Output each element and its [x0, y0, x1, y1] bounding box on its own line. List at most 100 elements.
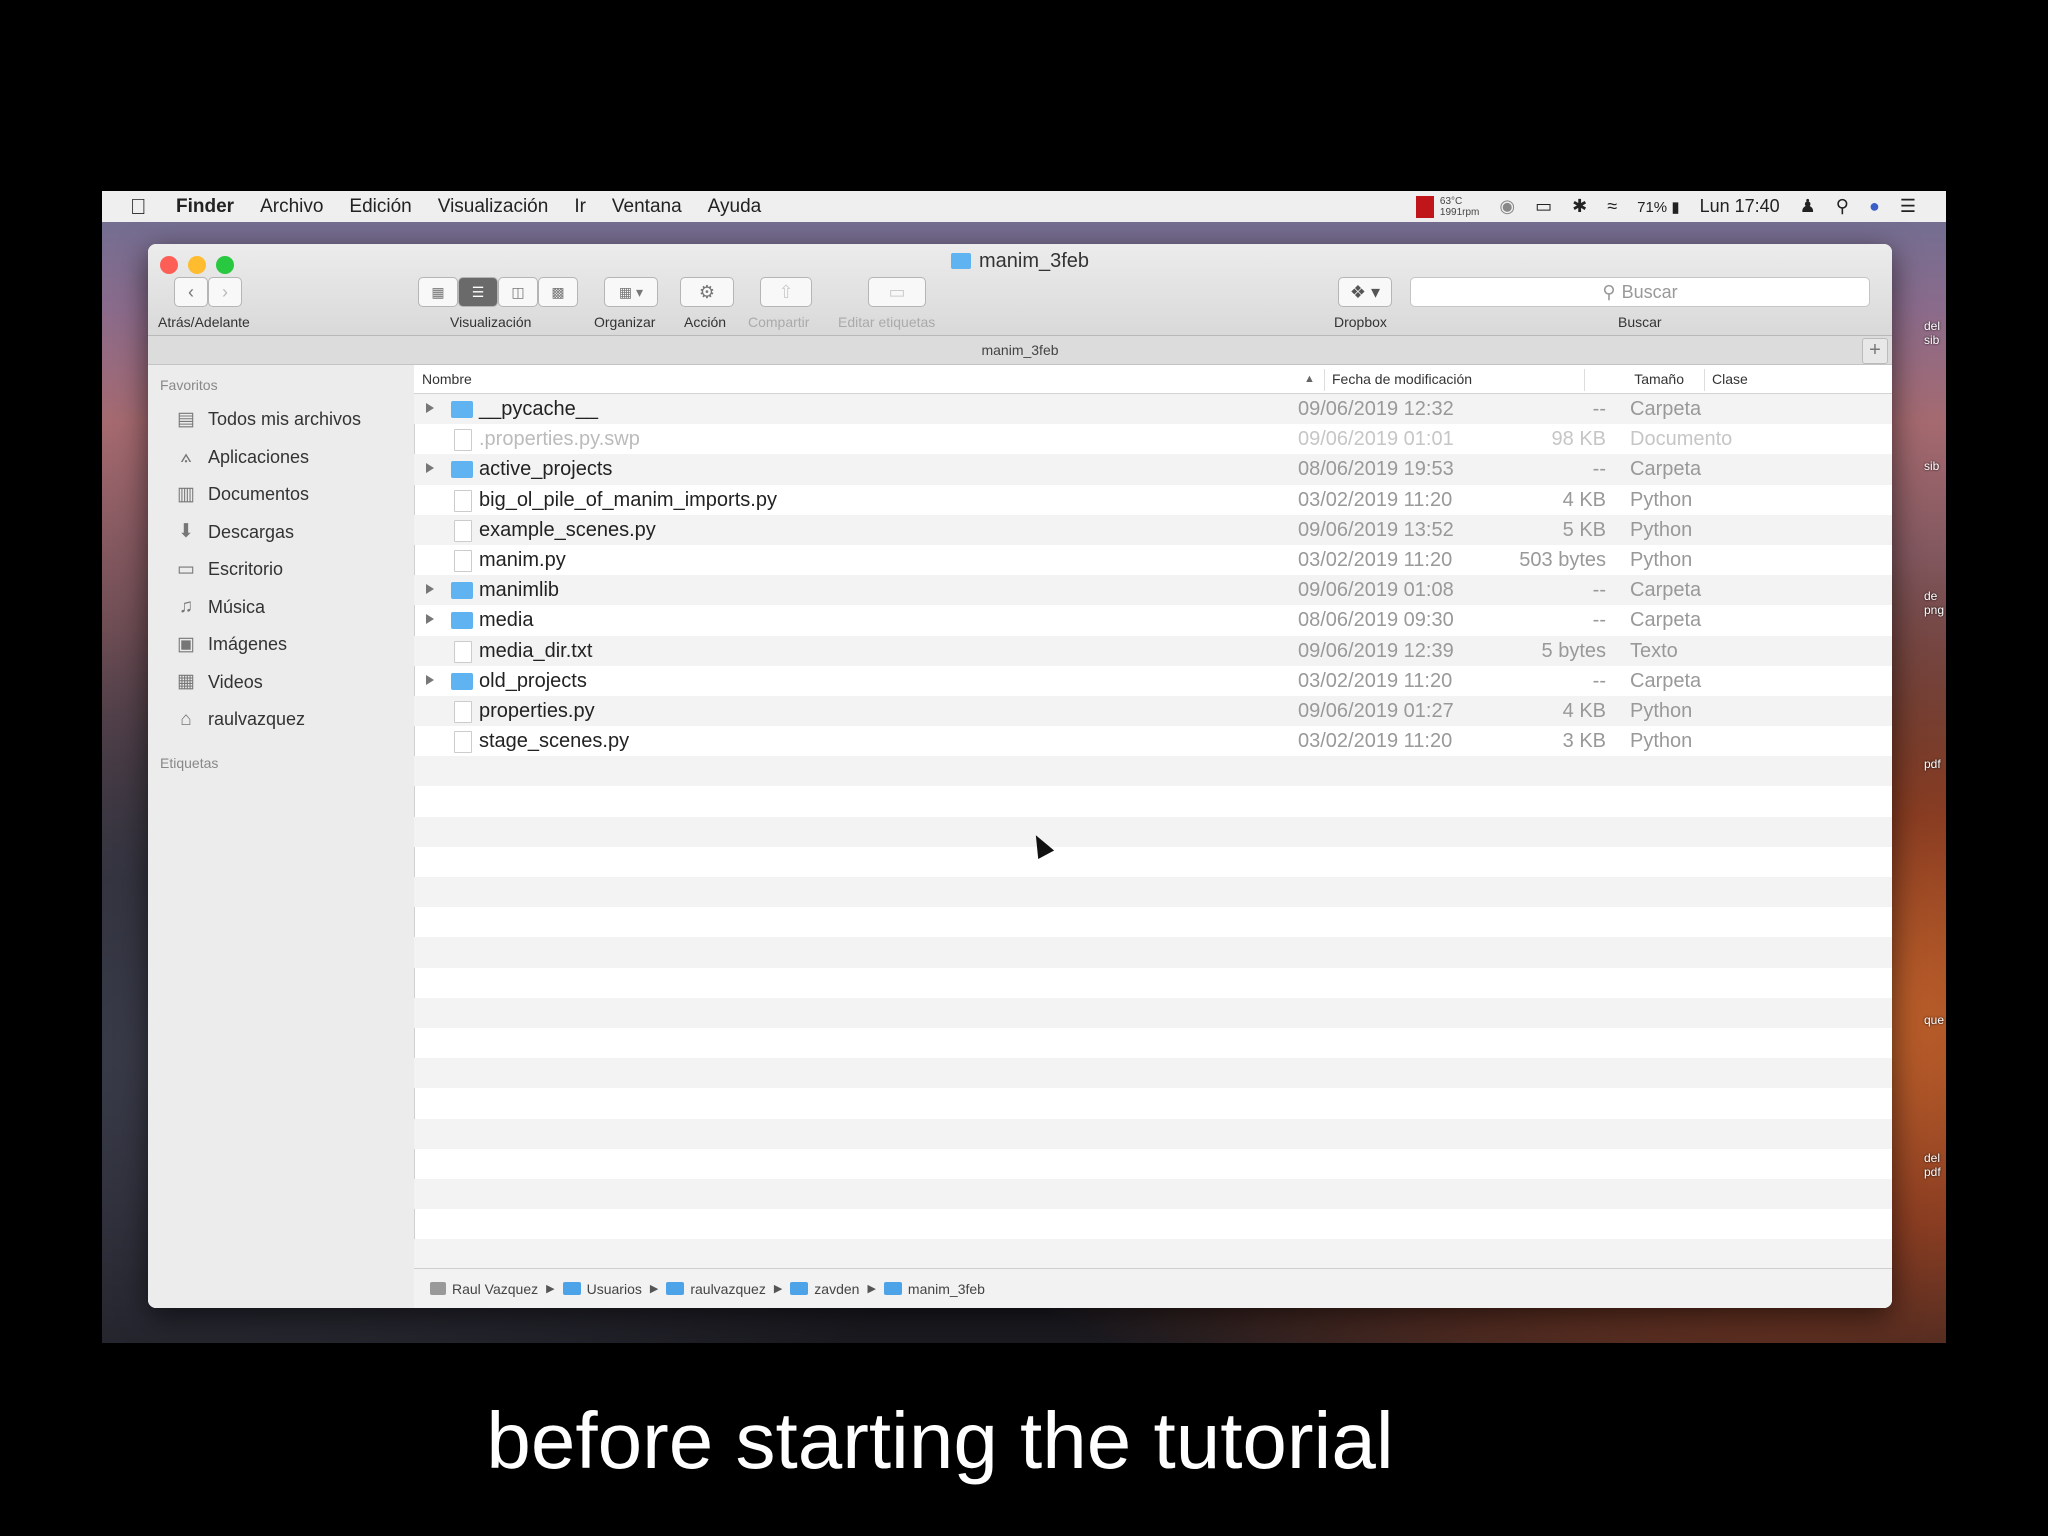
menu-ayuda[interactable]: Ayuda	[708, 196, 762, 218]
battery-status[interactable]: 71% ▮	[1637, 198, 1679, 216]
sidebar-item[interactable]: ▤ Todos mis archivos	[148, 401, 414, 439]
sidebar-item[interactable]: ▦ Videos	[148, 664, 414, 702]
sidebar-item[interactable]: ▣ Imágenes	[148, 626, 414, 664]
desktop-file-label[interactable]: que	[1924, 1013, 1944, 1027]
desktop-file-label[interactable]: del sib	[1924, 319, 1940, 347]
disclosure-triangle-icon[interactable]	[426, 403, 434, 413]
breadcrumb-item[interactable]: manim_3feb	[883, 1281, 985, 1297]
sidebar-item-label: Imágenes	[208, 634, 288, 655]
view-icons-button[interactable]: ▦	[418, 277, 458, 307]
file-row[interactable]: media 08/06/2019 09:30 -- Carpeta	[414, 605, 1892, 635]
file-row[interactable]: active_projects 08/06/2019 19:53 -- Carpeta	[414, 454, 1892, 485]
back-button[interactable]: ‹	[174, 277, 208, 307]
notification-center-icon[interactable]: ☰	[1900, 196, 1916, 217]
arrange-button[interactable]: ▦ ▾	[604, 277, 658, 307]
desktop-file-label[interactable]: de png	[1924, 589, 1944, 617]
sidebar-item[interactable]: ⌂ raulvazquez	[148, 701, 414, 739]
menu-visualizacion[interactable]: Visualización	[438, 196, 549, 218]
empty-row	[414, 968, 1892, 998]
empty-row	[414, 1149, 1892, 1179]
file-row[interactable]: old_projects 03/02/2019 11:20 -- Carpeta	[414, 666, 1892, 696]
dropbox-button[interactable]: ❖ ▾	[1338, 277, 1392, 307]
sidebar-item[interactable]: ▭ Escritorio	[148, 551, 414, 589]
action-button[interactable]: ⚙	[680, 277, 734, 307]
clock[interactable]: Lun 17:40	[1700, 196, 1780, 217]
breadcrumb-item[interactable]: raulvazquez	[666, 1281, 766, 1297]
sidebar-item[interactable]: ⬇ Descargas	[148, 514, 414, 552]
desktop-file-label[interactable]: pdf	[1924, 757, 1941, 771]
breadcrumb-item[interactable]: Usuarios	[562, 1281, 642, 1297]
file-row[interactable]: __pycache__ 09/06/2019 12:32 -- Carpeta	[414, 394, 1892, 425]
breadcrumb-item[interactable]: zavden	[790, 1281, 859, 1297]
sidebar-item[interactable]: ♫ Música	[148, 589, 414, 627]
menu-ir[interactable]: Ir	[574, 196, 586, 218]
disclosure-triangle-icon[interactable]	[426, 614, 434, 625]
file-list: Nombre ▲ Fecha de modificación Tamaño Cl…	[414, 365, 1892, 1270]
file-row[interactable]: properties.py 09/06/2019 01:27 4 KB Python	[414, 695, 1892, 727]
menu-archivo[interactable]: Archivo	[260, 196, 323, 218]
empty-row	[414, 1118, 1892, 1149]
empty-row	[414, 816, 1892, 847]
bluetooth-icon[interactable]: ✱	[1572, 196, 1587, 217]
sidebar-item[interactable]: ⟑ Aplicaciones	[148, 439, 414, 477]
sidebar-item[interactable]: ▥ Documentos	[148, 476, 414, 514]
window-title-text: manim_3feb	[978, 250, 1090, 272]
view-columns-button[interactable]: ◫	[498, 277, 538, 307]
file-row[interactable]: manimlib 09/06/2019 01:08 -- Carpeta	[414, 575, 1892, 606]
window-title: manim_3feb	[148, 250, 1892, 273]
file-row[interactable]: manim.py 03/02/2019 11:20 503 bytes Python	[414, 545, 1892, 575]
user-icon[interactable]: ♟	[1800, 196, 1816, 217]
siri-icon[interactable]: ●	[1869, 196, 1880, 217]
view-list-button[interactable]: ☰	[458, 277, 498, 307]
file-row[interactable]: .properties.py.swp 09/06/2019 01:01 98 KB D…	[414, 424, 1892, 454]
hard-drive-icon	[430, 1282, 446, 1295]
sidebar-item-label: Descargas	[208, 521, 295, 542]
file-date: 03/02/2019 11:20	[1298, 488, 1453, 511]
wifi-icon[interactable]: ≈	[1607, 196, 1617, 217]
tab-title: manim_3feb	[981, 342, 1059, 358]
file-date: 03/02/2019 11:20	[1298, 548, 1453, 571]
downloads-icon: ⬇	[178, 521, 194, 543]
menu-finder[interactable]: Finder	[176, 196, 234, 218]
file-kind: Carpeta	[1630, 579, 1702, 602]
column-date-header[interactable]: Fecha de modificación	[1332, 371, 1472, 387]
file-size: 98 KB	[1551, 428, 1606, 451]
column-divider[interactable]	[1324, 369, 1325, 391]
empty-row	[414, 907, 1892, 937]
sidebar-item-label: Música	[208, 596, 266, 617]
temperature-monitor[interactable]: 63°C 1991rpm	[1415, 195, 1479, 218]
file-kind: Documento	[1630, 428, 1733, 451]
eye-icon[interactable]: ◉	[1499, 196, 1515, 217]
file-row[interactable]: example_scenes.py 09/06/2019 13:52 5 KB Pyt…	[414, 514, 1892, 545]
column-header: Nombre ▲ Fecha de modificación Tamaño Cl…	[414, 365, 1892, 394]
desktop-icon: ▭	[177, 558, 195, 580]
desktop-file-label[interactable]: del pdf	[1924, 1151, 1941, 1179]
disclosure-triangle-icon[interactable]	[426, 674, 434, 685]
apple-menu-icon[interactable]: 	[130, 195, 152, 218]
movies-icon: ▦	[177, 671, 195, 693]
new-tab-button[interactable]: +	[1862, 338, 1888, 364]
disclosure-triangle-icon[interactable]	[426, 584, 434, 595]
search-field[interactable]: ⚲ Buscar	[1410, 277, 1870, 307]
column-divider[interactable]	[1704, 369, 1705, 391]
menu-ventana[interactable]: Ventana	[612, 196, 682, 218]
forward-button[interactable]: ›	[208, 277, 242, 307]
breadcrumb-item[interactable]: Raul Vazquez	[430, 1281, 538, 1297]
share-button[interactable]: ⇧	[760, 277, 812, 307]
column-size-header[interactable]: Tamaño	[1542, 371, 1684, 387]
disclosure-triangle-icon[interactable]	[426, 463, 434, 474]
column-kind-header[interactable]: Clase	[1712, 371, 1748, 387]
spotlight-search-icon[interactable]: ⚲	[1836, 196, 1849, 217]
file-row[interactable]: media_dir.txt 09/06/2019 12:39 5 bytes Text…	[414, 635, 1892, 666]
file-name: stage_scenes.py	[479, 730, 630, 753]
file-name: manimlib	[479, 579, 560, 602]
file-row[interactable]: big_ol_pile_of_manim_imports.py 03/02/201…	[414, 485, 1892, 515]
home-icon: ⌂	[180, 708, 192, 730]
view-gallery-button[interactable]: ▩	[538, 277, 578, 307]
file-row[interactable]: stage_scenes.py 03/02/2019 11:20 3 KB Pytho…	[414, 726, 1892, 756]
column-name-header[interactable]: Nombre	[422, 371, 472, 387]
desktop-file-label[interactable]: sib	[1924, 459, 1939, 473]
edit-tags-button[interactable]: ▭	[868, 277, 926, 307]
airplay-icon[interactable]: ▭	[1535, 196, 1552, 217]
menu-edicion[interactable]: Edición	[349, 196, 411, 218]
